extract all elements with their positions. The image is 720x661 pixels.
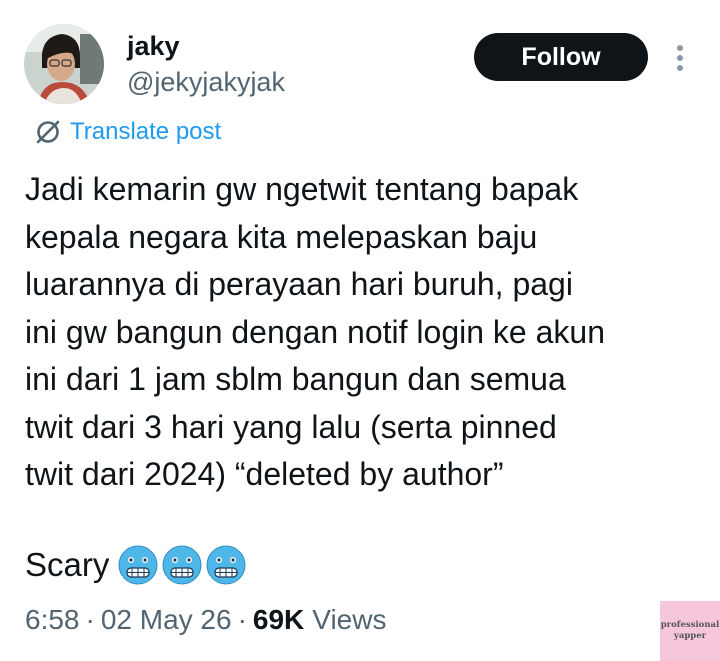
svg-text:*: * [207,575,212,585]
watermark-line: yapper [673,631,707,641]
translate-icon [36,120,60,144]
meta-separator: · [85,604,95,635]
views-label[interactable]: Views [312,604,386,636]
emoji-group: * * * * * * [117,544,249,586]
translate-post-label: Translate post [70,118,222,145]
tweet-text-line: twit dari 2024) “deleted by author” [25,456,504,492]
tweet-text-line: kepala negara kita melepaskan baju [25,218,538,255]
more-vertical-icon [677,45,683,71]
avatar-photo [24,24,104,104]
translate-post-link[interactable]: Translate post [34,116,221,148]
tweet-time[interactable]: 6:58 [25,604,80,636]
tweet-closing-word: Scary [25,546,110,583]
svg-text:*: * [150,547,154,556]
meta-separator: · [237,604,247,635]
tweet-text-line: luarannya di perayaan hari buruh, pagi [25,266,573,302]
tweet-text-line: twit dari 3 hari yang lalu (serta pinned [25,408,557,445]
tweet-date[interactable]: 02 May 26 [101,604,232,636]
user-handle[interactable]: @jekyjakyjak [127,64,285,100]
svg-text:*: * [194,547,198,556]
views-count[interactable]: 69K [253,604,304,636]
display-name[interactable]: jaky [127,28,180,64]
tweet-meta: 6:58 · 02 May 26 · 69K Views [25,600,386,640]
more-options-button[interactable] [668,40,692,76]
cold-face-emoji: * * [162,545,202,585]
follow-button[interactable]: Follow [474,33,648,81]
cold-face-emoji: * * [206,545,246,585]
avatar[interactable] [24,24,104,104]
watermark-sticker: professional yapper [660,601,720,661]
svg-text:*: * [119,575,124,585]
tweet-text-line: ini dari 1 jam sblm bangun dan semua [25,361,566,397]
tweet-text: Jadi kemarin gw ngetwit tentang bapak ke… [25,166,695,499]
tweet-closing-line: Scary * * * * * * [25,540,249,590]
watermark-line: professional [660,620,720,630]
svg-text:*: * [163,575,168,585]
cold-face-emoji: * * [118,545,158,585]
svg-text:*: * [238,547,242,556]
tweet-text-line: ini gw bangun dengan notif login ke akun [25,313,605,350]
tweet-text-line: Jadi kemarin gw ngetwit tentang bapak [25,171,579,207]
